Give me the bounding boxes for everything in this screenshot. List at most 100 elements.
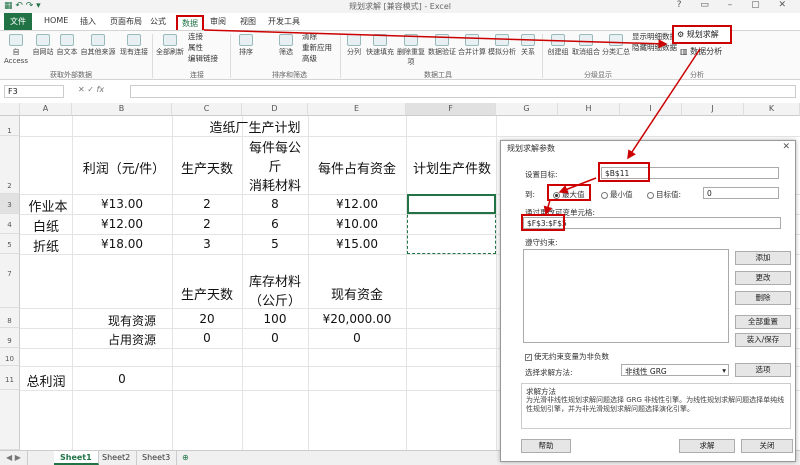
row8-days[interactable]: 20 [172, 312, 242, 326]
header-days-2[interactable]: 生产天数 [172, 284, 242, 303]
select-all[interactable] [0, 103, 20, 116]
constraints-list[interactable] [523, 249, 729, 343]
row-header-7[interactable]: 7 [0, 254, 20, 308]
change-constraint-button[interactable]: 更改 [735, 271, 791, 285]
row9-cash[interactable]: 0 [308, 331, 406, 345]
window-controls[interactable]: ? ▭ – ▢ ✕ [677, 0, 794, 10]
method-select[interactable]: 非线性 GRG ▾ [621, 364, 729, 376]
options-button[interactable]: 选项 [735, 363, 791, 377]
tab-page-layout[interactable]: 页面布局 [106, 15, 146, 28]
header-days[interactable]: 生产天数 [172, 158, 242, 177]
data-validation-button[interactable]: 数据验证 [428, 34, 456, 57]
target-value-input[interactable]: 0 [703, 187, 779, 199]
row4-days[interactable]: 2 [172, 217, 242, 231]
tab-formulas[interactable]: 公式 [146, 15, 170, 28]
row8-cash[interactable]: ¥20,000.00 [308, 312, 406, 326]
row-header-10[interactable]: 10 [0, 348, 20, 366]
subtotal-button[interactable]: 分类汇总 [602, 34, 630, 57]
data-analysis-button[interactable]: ▥ 数据分析 [680, 46, 722, 57]
tab-review[interactable]: 审阅 [206, 15, 230, 28]
from-web-button[interactable]: 自网站 [32, 34, 54, 57]
header-plan[interactable]: 计划生产件数 [404, 158, 500, 177]
sheet-title[interactable]: 造纸厂生产计划 [172, 117, 338, 136]
row3-profit[interactable]: ¥13.00 [72, 197, 172, 211]
row-header-11[interactable]: 11 [0, 366, 20, 390]
advanced-button[interactable]: 高级 [302, 53, 317, 64]
row-header-8[interactable]: 8 [0, 308, 20, 328]
header-capital[interactable]: 每件占有资金 [308, 158, 406, 177]
sort-button[interactable]: 排序 [236, 34, 256, 57]
tab-insert[interactable]: 插入 [76, 15, 100, 28]
total-profit-value[interactable]: 0 [72, 372, 172, 386]
what-if-button[interactable]: 模拟分析 [488, 34, 516, 57]
col-header-c[interactable]: C [172, 103, 242, 116]
col-header-d[interactable]: D [242, 103, 308, 116]
col-header-g[interactable]: G [496, 103, 558, 116]
radio-value-of[interactable]: 目标值: [647, 189, 681, 200]
header-profit[interactable]: 利润（元/件） [76, 158, 172, 177]
row4-capital[interactable]: ¥10.00 [308, 217, 406, 231]
col-header-e[interactable]: E [308, 103, 406, 116]
filter-button[interactable]: 筛选 [276, 34, 296, 57]
row3-material[interactable]: 8 [242, 197, 308, 211]
col-header-j[interactable]: J [682, 103, 744, 116]
add-constraint-button[interactable]: 添加 [735, 251, 791, 265]
row8-label[interactable]: 现有资源 [92, 312, 172, 329]
fx-icon[interactable]: ✕ ✓ fx [78, 85, 104, 94]
col-header-k[interactable]: K [744, 103, 800, 116]
row4-profit[interactable]: ¥12.00 [72, 217, 172, 231]
row9-days[interactable]: 0 [172, 331, 242, 345]
flash-fill-button[interactable]: 快速填充 [366, 34, 394, 57]
row4-name[interactable]: 白纸 [20, 216, 72, 235]
hide-detail-button[interactable]: 隐藏明细数据 [632, 42, 677, 53]
name-box[interactable]: F3 [4, 85, 64, 98]
existing-connections-button[interactable]: 现有连接 [120, 34, 148, 57]
col-header-f[interactable]: F [406, 103, 496, 116]
header-stock-line1[interactable]: 库存材料 [242, 271, 308, 290]
group-button[interactable]: 创建组 [546, 34, 570, 57]
from-access-button[interactable]: 自 Access [2, 34, 30, 65]
consolidate-button[interactable]: 合并计算 [458, 34, 486, 57]
formula-input[interactable] [130, 85, 796, 98]
show-detail-button[interactable]: 显示明细数据 [632, 31, 677, 42]
col-header-b[interactable]: B [72, 103, 172, 116]
remove-duplicates-button[interactable]: 删除重复项 [396, 34, 426, 67]
row5-material[interactable]: 5 [242, 237, 308, 251]
clear-button[interactable]: 清除 [302, 31, 317, 42]
text-to-columns-button[interactable]: 分列 [344, 34, 364, 57]
reapply-button[interactable]: 重新应用 [302, 42, 332, 53]
row3-capital[interactable]: ¥12.00 [308, 197, 406, 211]
row5-name[interactable]: 折纸 [20, 236, 72, 255]
row9-stock[interactable]: 0 [242, 331, 308, 345]
row3-name[interactable]: 作业本 [20, 196, 76, 215]
sheet-tab-2[interactable]: Sheet2 [96, 451, 138, 465]
row-header-2[interactable]: 2 [0, 136, 20, 194]
row8-stock[interactable]: 100 [242, 312, 308, 326]
row5-days[interactable]: 3 [172, 237, 242, 251]
col-header-i[interactable]: I [620, 103, 682, 116]
solve-button[interactable]: 求解 [679, 439, 735, 453]
row3-days[interactable]: 2 [172, 197, 242, 211]
add-sheet-icon[interactable]: ⊕ [176, 451, 195, 465]
load-save-button[interactable]: 装入/保存 [735, 333, 791, 347]
help-button[interactable]: 帮助 [521, 439, 571, 453]
from-other-button[interactable]: 自其他来源 [80, 34, 116, 57]
header-material-line1[interactable]: 每件每公 [242, 137, 308, 156]
row9-label[interactable]: 占用资源 [92, 331, 172, 348]
row5-profit[interactable]: ¥18.00 [72, 237, 172, 251]
solver-button[interactable]: ⚙ 规划求解 [672, 25, 732, 44]
tab-file[interactable]: 文件 [4, 13, 32, 30]
row5-capital[interactable]: ¥15.00 [308, 237, 406, 251]
selected-cell-f3[interactable] [407, 194, 496, 214]
col-header-h[interactable]: H [558, 103, 620, 116]
properties-button[interactable]: 属性 [188, 42, 203, 53]
relationships-button[interactable]: 关系 [518, 34, 538, 57]
close-button[interactable]: 关闭 [741, 439, 793, 453]
row-header-4[interactable]: 4 [0, 214, 20, 234]
sheet-tab-1[interactable]: Sheet1 [54, 451, 99, 465]
edit-links-button[interactable]: 编辑链接 [188, 53, 218, 64]
ungroup-button[interactable]: 取消组合 [572, 34, 600, 57]
row-header-5[interactable]: 5 [0, 234, 20, 254]
sheet-nav-arrows[interactable]: ◀ ▶ [0, 451, 28, 465]
total-profit-label[interactable]: 总利润 [20, 371, 72, 390]
